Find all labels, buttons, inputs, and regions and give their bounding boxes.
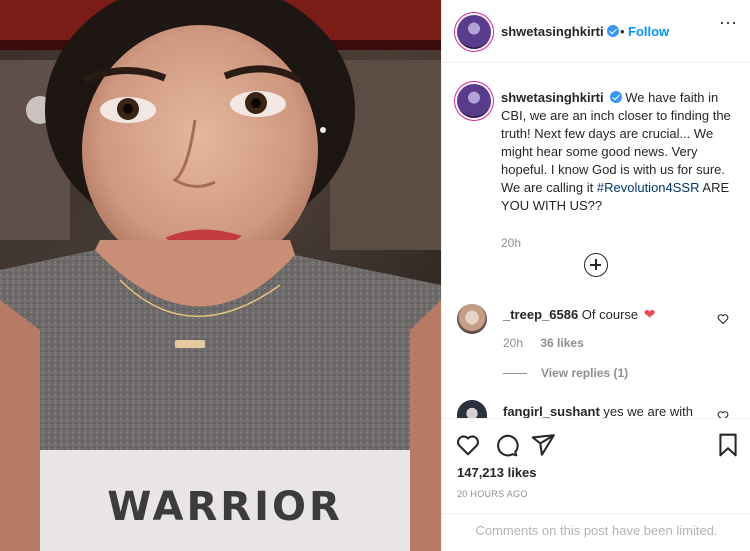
author-username-wrap[interactable]: shwetasinghkirti bbox=[501, 24, 619, 39]
verified-badge-icon bbox=[606, 25, 619, 37]
post-side-panel: shwetasinghkirti • Follow ··· shwetasing… bbox=[441, 0, 750, 551]
author-username[interactable]: shwetasinghkirti bbox=[501, 24, 604, 39]
shirt-text: WARRIOR bbox=[107, 484, 343, 530]
caption-avatar[interactable] bbox=[457, 84, 491, 118]
comment-body: yes we are with bbox=[603, 404, 694, 418]
separator-dot: • bbox=[620, 24, 625, 39]
caption-hashtag-link[interactable]: #Revolution4SSR bbox=[597, 180, 700, 195]
likes-count[interactable]: 147,213 likes bbox=[457, 465, 537, 480]
comment-avatar[interactable] bbox=[457, 400, 487, 418]
comment-username[interactable]: _treep_6586 bbox=[503, 307, 578, 322]
caption-text: shwetasinghkirti We have faith in CBI, w… bbox=[501, 89, 731, 215]
comments-limited-notice: Comments on this post have been limited. bbox=[442, 513, 750, 551]
comment-heart-icon[interactable] bbox=[717, 410, 729, 418]
plus-circle-icon[interactable] bbox=[584, 253, 608, 277]
comment-avatar[interactable] bbox=[457, 304, 487, 334]
comment-text: fangirl_sushant yes we are with bbox=[503, 404, 693, 418]
comment-time[interactable]: 20h bbox=[503, 336, 523, 350]
share-icon[interactable] bbox=[530, 432, 556, 458]
comment-body: Of course bbox=[581, 307, 639, 322]
red-heart-emoji: ❤ bbox=[643, 306, 656, 322]
heart-icon[interactable] bbox=[455, 432, 481, 458]
comment-text: _treep_6586 Of course ❤ bbox=[503, 306, 656, 323]
post-photo-image: WARRIOR bbox=[0, 0, 441, 551]
comment-meta: 20h 36 likes bbox=[503, 336, 598, 350]
follow-button[interactable]: Follow bbox=[628, 24, 669, 39]
comments-section[interactable]: shwetasinghkirti We have faith in CBI, w… bbox=[442, 64, 750, 418]
post-header: shwetasinghkirti • Follow ··· bbox=[442, 0, 750, 63]
comment-heart-icon[interactable] bbox=[717, 313, 729, 325]
view-replies-button[interactable]: View replies (1) bbox=[503, 366, 628, 380]
caption-time[interactable]: 20h bbox=[501, 236, 521, 250]
caption-username[interactable]: shwetasinghkirti bbox=[501, 90, 604, 105]
caption-verified-badge-icon bbox=[609, 91, 622, 103]
comment-likes[interactable]: 36 likes bbox=[540, 336, 583, 350]
more-options-icon[interactable]: ··· bbox=[719, 13, 737, 31]
post-photo[interactable]: WARRIOR bbox=[0, 0, 441, 551]
post-actions: 147,213 likes 20 HOURS AGO Comments on t… bbox=[442, 418, 750, 551]
post-timestamp[interactable]: 20 HOURS AGO bbox=[457, 489, 528, 499]
comment-username[interactable]: fangirl_sushant bbox=[503, 404, 600, 418]
author-avatar[interactable] bbox=[457, 15, 491, 49]
comment-icon[interactable] bbox=[493, 432, 519, 458]
bookmark-icon[interactable] bbox=[715, 432, 741, 458]
